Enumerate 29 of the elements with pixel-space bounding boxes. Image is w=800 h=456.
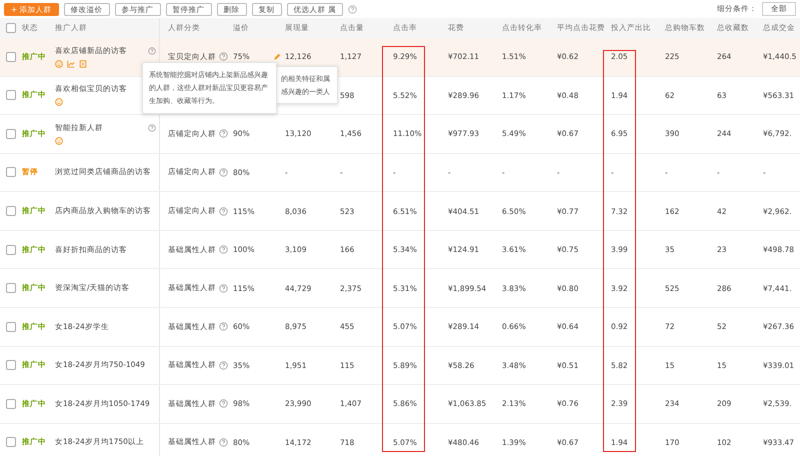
row-checkbox[interactable] [6, 283, 16, 294]
help-icon [219, 245, 228, 254]
row-checkbox[interactable] [6, 360, 16, 370]
smiley-icon[interactable] [55, 60, 63, 68]
trend-chart-icon[interactable] [67, 60, 75, 68]
select-all-checkbox[interactable] [6, 23, 16, 33]
row-checkbox[interactable] [6, 244, 16, 255]
row-checkbox[interactable] [6, 128, 16, 139]
document-icon[interactable] [79, 60, 87, 68]
help-icon [219, 168, 228, 177]
help-icon [219, 52, 228, 62]
help-icon [219, 438, 228, 447]
smiley-icon[interactable] [55, 98, 63, 106]
help-icon [348, 4, 358, 14]
help-icon [219, 399, 228, 408]
row-checkbox[interactable] [6, 167, 16, 178]
row-checkbox[interactable] [6, 437, 16, 448]
help-icon [219, 360, 228, 370]
smiley-icon[interactable] [55, 136, 63, 145]
help-icon [219, 284, 228, 293]
row-checkbox[interactable] [6, 322, 16, 332]
help-icon [219, 206, 228, 216]
row-checkbox[interactable] [6, 206, 16, 216]
row-checkbox[interactable] [6, 90, 16, 100]
row-checkbox[interactable] [6, 398, 16, 409]
help-icon [219, 322, 228, 332]
row-checkbox[interactable] [6, 52, 16, 62]
pencil-icon[interactable] [273, 52, 281, 61]
help-icon [219, 129, 228, 138]
